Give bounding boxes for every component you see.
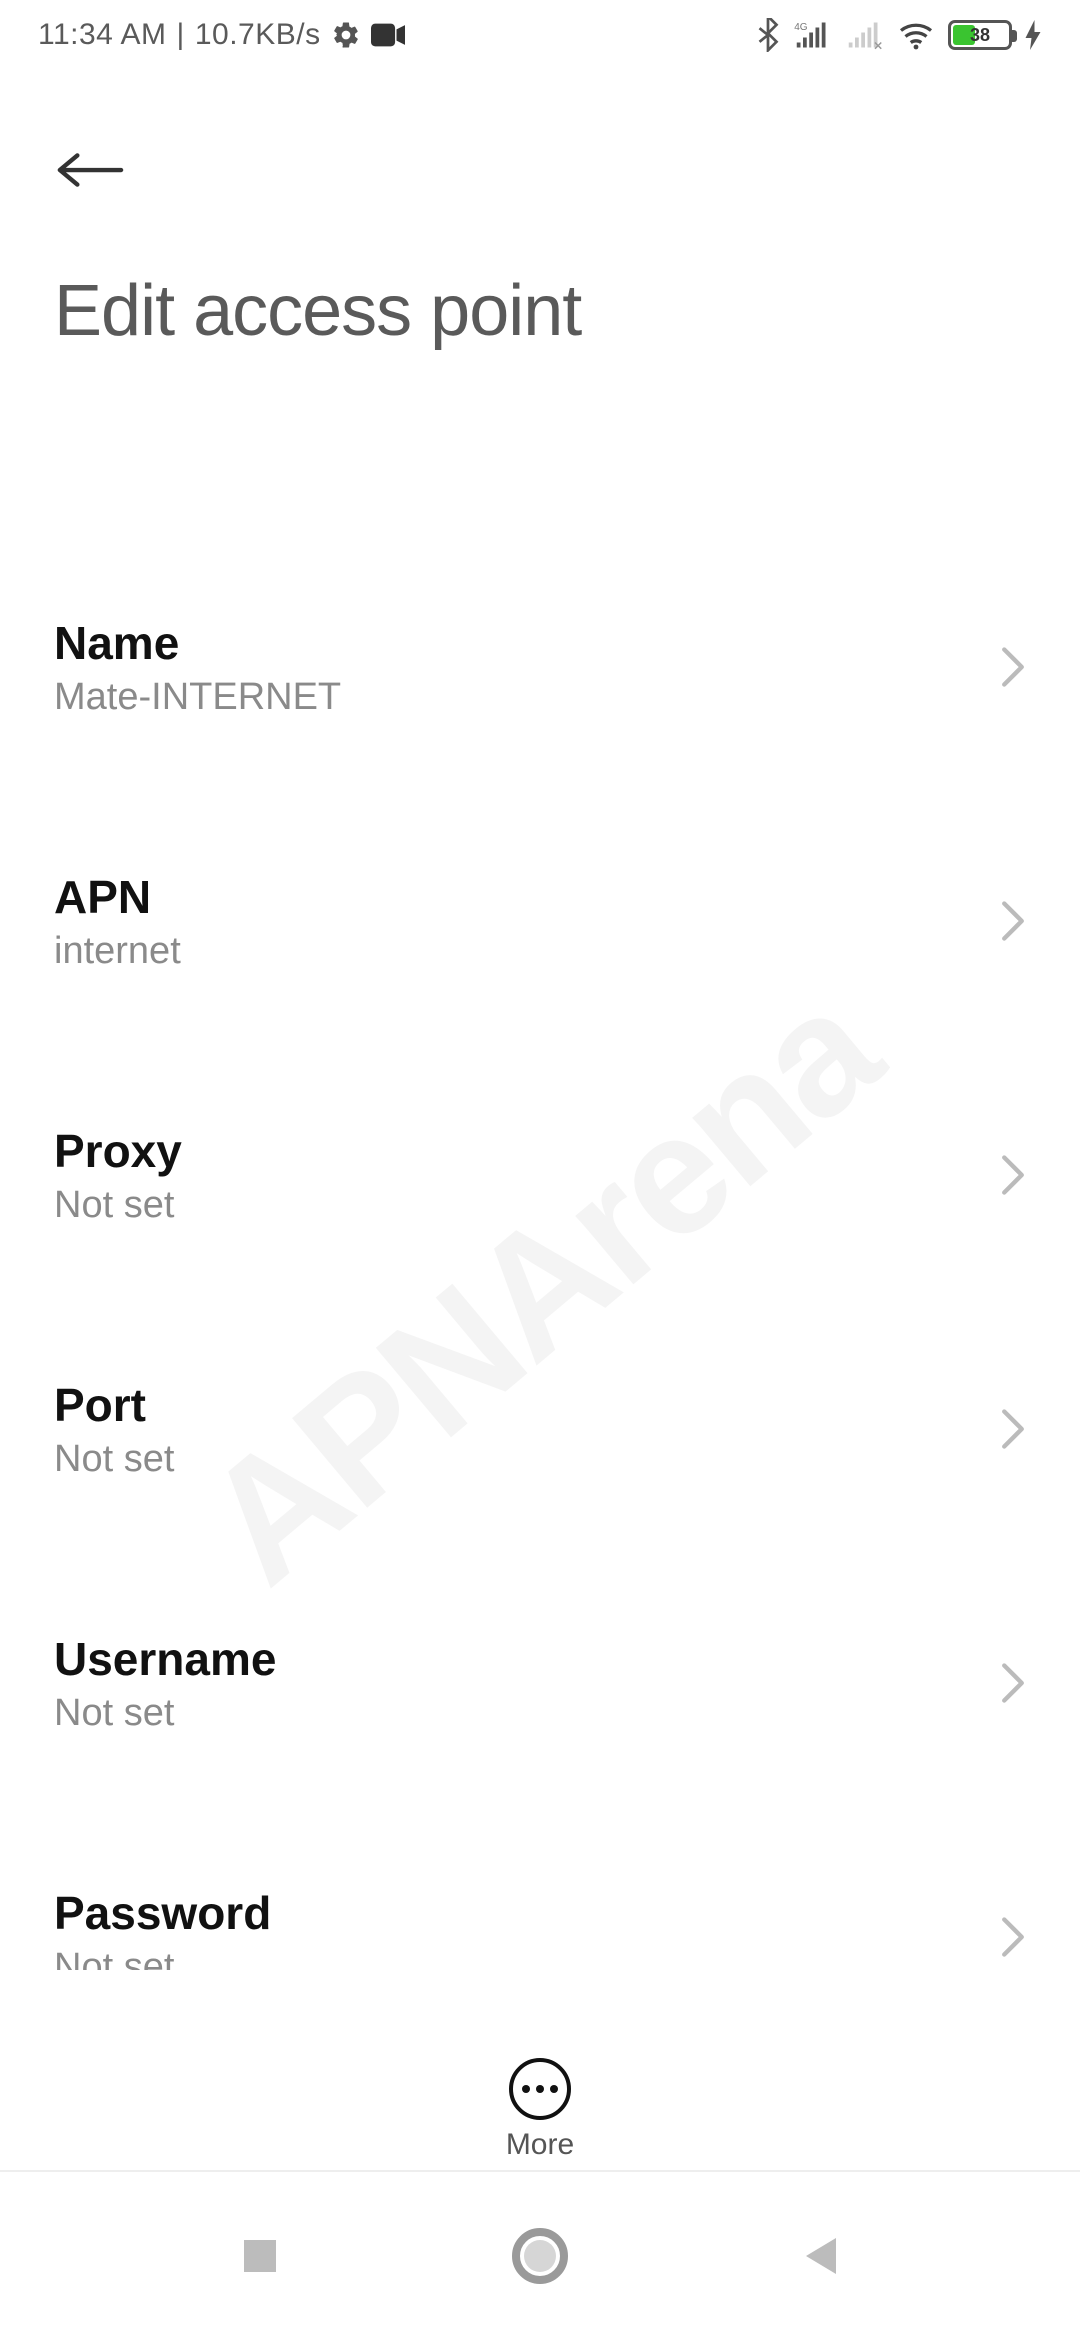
nav-recent-button[interactable] bbox=[225, 2221, 295, 2291]
wifi-icon bbox=[898, 20, 934, 50]
chevron-right-icon bbox=[1000, 900, 1026, 942]
nav-back-button[interactable] bbox=[785, 2221, 855, 2291]
system-nav-bar bbox=[0, 2170, 1080, 2340]
triangle-left-icon bbox=[800, 2234, 840, 2278]
square-icon bbox=[240, 2236, 280, 2276]
field-label: Proxy bbox=[54, 1124, 1010, 1178]
field-apn[interactable]: APN internet bbox=[0, 794, 1080, 1048]
field-value: Not set bbox=[54, 1184, 1010, 1227]
video-icon bbox=[371, 23, 405, 47]
status-right: 4G 38 bbox=[756, 18, 1042, 52]
field-password[interactable]: Password Not set bbox=[0, 1810, 1080, 1970]
field-value: Not set bbox=[54, 1946, 1010, 1971]
chevron-right-icon bbox=[1000, 1408, 1026, 1450]
back-button[interactable] bbox=[54, 130, 134, 210]
field-label: APN bbox=[54, 870, 1010, 924]
status-net-speed: 10.7KB/s bbox=[195, 18, 321, 52]
field-proxy[interactable]: Proxy Not set bbox=[0, 1048, 1080, 1302]
nav-home-button[interactable] bbox=[505, 2221, 575, 2291]
status-left: 11:34 AM | 10.7KB/s bbox=[38, 18, 405, 52]
status-bar: 11:34 AM | 10.7KB/s 4G 38 bbox=[0, 0, 1080, 70]
field-name[interactable]: Name Mate-INTERNET bbox=[0, 540, 1080, 794]
more-button[interactable]: More bbox=[0, 2058, 1080, 2162]
gear-icon bbox=[331, 20, 361, 50]
field-label: Password bbox=[54, 1886, 1010, 1940]
field-value: Not set bbox=[54, 1692, 1010, 1735]
page-title: Edit access point bbox=[54, 270, 1026, 352]
signal-no-sim-icon bbox=[846, 20, 884, 50]
charging-icon bbox=[1024, 20, 1042, 50]
field-port[interactable]: Port Not set bbox=[0, 1302, 1080, 1556]
circle-icon bbox=[512, 2228, 568, 2284]
field-value: Not set bbox=[54, 1438, 1010, 1481]
signal-4g-icon: 4G bbox=[794, 20, 832, 50]
more-dots-icon bbox=[509, 2058, 571, 2120]
status-sep: | bbox=[177, 18, 185, 52]
chevron-right-icon bbox=[1000, 1916, 1026, 1958]
back-arrow-icon bbox=[54, 148, 124, 192]
field-username[interactable]: Username Not set bbox=[0, 1556, 1080, 1810]
chevron-right-icon bbox=[1000, 1154, 1026, 1196]
header: Edit access point bbox=[0, 130, 1080, 352]
bluetooth-icon bbox=[756, 18, 780, 52]
apn-settings-list: Name Mate-INTERNET APN internet Proxy No… bbox=[0, 540, 1080, 1970]
field-label: Name bbox=[54, 616, 1010, 670]
field-label: Port bbox=[54, 1378, 1010, 1432]
battery-pct: 38 bbox=[951, 23, 1009, 47]
field-label: Username bbox=[54, 1632, 1010, 1686]
field-value: Mate-INTERNET bbox=[54, 676, 1010, 719]
field-value: internet bbox=[54, 930, 1010, 973]
chevron-right-icon bbox=[1000, 646, 1026, 688]
battery-icon: 38 bbox=[948, 20, 1012, 50]
chevron-right-icon bbox=[1000, 1662, 1026, 1704]
svg-text:4G: 4G bbox=[794, 22, 808, 33]
status-time: 11:34 AM bbox=[38, 18, 167, 52]
more-label: More bbox=[506, 2128, 574, 2162]
